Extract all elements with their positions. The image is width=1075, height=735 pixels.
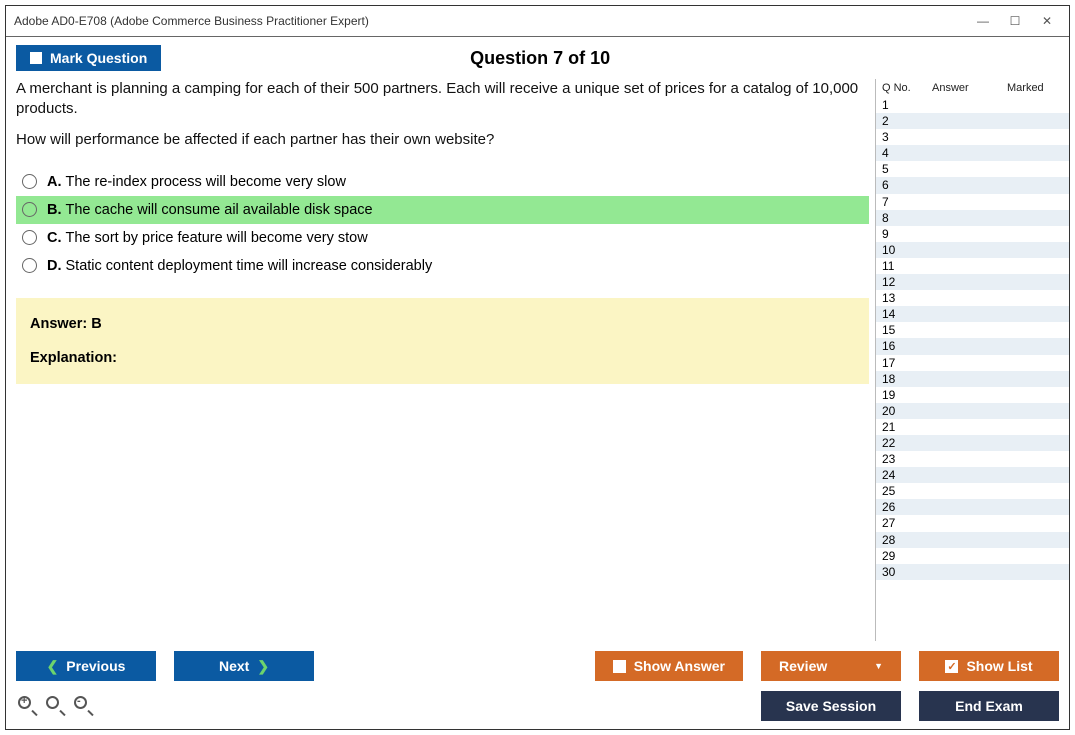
list-row[interactable]: 17 xyxy=(876,355,1069,371)
option-c[interactable]: C.The sort by price feature will become … xyxy=(16,224,869,252)
list-row[interactable]: 15 xyxy=(876,322,1069,338)
list-row[interactable]: 6 xyxy=(876,177,1069,193)
zoom-out-icon[interactable]: - xyxy=(74,696,94,716)
list-row[interactable]: 16 xyxy=(876,338,1069,354)
list-row[interactable]: 18 xyxy=(876,371,1069,387)
option-b[interactable]: B.The cache will consume ail available d… xyxy=(16,196,869,224)
option-text: Static content deployment time will incr… xyxy=(66,258,433,274)
window-title: Adobe AD0-E708 (Adobe Commerce Business … xyxy=(14,14,969,28)
list-row[interactable]: 12 xyxy=(876,274,1069,290)
option-letter: B. xyxy=(47,202,62,218)
button-row-2: + - Save Session End Exam xyxy=(16,691,1059,721)
col-qno: Q No. xyxy=(882,82,922,94)
answer-box: Answer: B Explanation: xyxy=(16,298,869,384)
list-row[interactable]: 26 xyxy=(876,499,1069,515)
list-row[interactable]: 19 xyxy=(876,387,1069,403)
maximize-button[interactable]: ☐ xyxy=(1001,10,1029,32)
chevron-down-icon: ▼ xyxy=(874,661,883,671)
previous-button[interactable]: ❮ Previous xyxy=(16,651,156,681)
question-text-1: A merchant is planning a camping for eac… xyxy=(16,79,869,120)
option-letter: C. xyxy=(47,230,62,246)
col-marked: Marked xyxy=(1007,82,1063,94)
option-d[interactable]: D.Static content deployment time will in… xyxy=(16,252,869,280)
radio-icon xyxy=(22,174,37,189)
list-row[interactable]: 29 xyxy=(876,548,1069,564)
checkbox-icon: ✓ xyxy=(945,660,958,673)
list-body[interactable]: 1234567891011121314151617181920212223242… xyxy=(876,97,1069,641)
mark-question-button[interactable]: Mark Question xyxy=(16,45,161,71)
list-row[interactable]: 3 xyxy=(876,129,1069,145)
zoom-controls: + - xyxy=(16,696,94,716)
radio-icon xyxy=(22,202,37,217)
save-session-button[interactable]: Save Session xyxy=(761,691,901,721)
chevron-right-icon: ❯ xyxy=(257,658,269,675)
app-window: Adobe AD0-E708 (Adobe Commerce Business … xyxy=(5,5,1070,730)
list-header: Q No. Answer Marked xyxy=(876,79,1069,97)
list-row[interactable]: 28 xyxy=(876,532,1069,548)
list-row[interactable]: 27 xyxy=(876,515,1069,531)
zoom-reset-icon[interactable] xyxy=(46,696,66,716)
window-controls: — ☐ ✕ xyxy=(969,10,1061,32)
bottom-bar: ❮ Previous Next ❯ Show Answer Review ▼ ✓… xyxy=(6,641,1069,729)
options-list: A.The re-index process will become very … xyxy=(16,168,869,280)
show-answer-button[interactable]: Show Answer xyxy=(595,651,743,681)
list-row[interactable]: 10 xyxy=(876,242,1069,258)
question-panel: A merchant is planning a camping for eac… xyxy=(16,79,875,641)
list-row[interactable]: 20 xyxy=(876,403,1069,419)
show-list-button[interactable]: ✓ Show List xyxy=(919,651,1059,681)
col-answer: Answer xyxy=(922,82,1007,94)
list-row[interactable]: 8 xyxy=(876,210,1069,226)
list-row[interactable]: 21 xyxy=(876,419,1069,435)
explanation-label: Explanation: xyxy=(30,350,855,366)
list-row[interactable]: 14 xyxy=(876,306,1069,322)
question-counter: Question 7 of 10 xyxy=(161,48,919,69)
option-a[interactable]: A.The re-index process will become very … xyxy=(16,168,869,196)
list-row[interactable]: 30 xyxy=(876,564,1069,580)
chevron-left-icon: ❮ xyxy=(47,658,59,675)
list-row[interactable]: 22 xyxy=(876,435,1069,451)
close-button[interactable]: ✕ xyxy=(1033,10,1061,32)
mark-label: Mark Question xyxy=(50,50,147,66)
content: A merchant is planning a camping for eac… xyxy=(6,79,1069,641)
list-row[interactable]: 25 xyxy=(876,483,1069,499)
titlebar: Adobe AD0-E708 (Adobe Commerce Business … xyxy=(6,6,1069,37)
list-row[interactable]: 24 xyxy=(876,467,1069,483)
list-row[interactable]: 5 xyxy=(876,161,1069,177)
review-button[interactable]: Review ▼ xyxy=(761,651,901,681)
list-row[interactable]: 23 xyxy=(876,451,1069,467)
list-row[interactable]: 1 xyxy=(876,97,1069,113)
minimize-button[interactable]: — xyxy=(969,10,997,32)
answer-label: Answer: B xyxy=(30,316,855,332)
end-exam-button[interactable]: End Exam xyxy=(919,691,1059,721)
question-text-2: How will performance be affected if each… xyxy=(16,130,869,150)
list-row[interactable]: 2 xyxy=(876,113,1069,129)
radio-icon xyxy=(22,230,37,245)
checkbox-icon xyxy=(613,660,626,673)
list-row[interactable]: 11 xyxy=(876,258,1069,274)
next-button[interactable]: Next ❯ xyxy=(174,651,314,681)
option-letter: A. xyxy=(47,174,62,190)
list-row[interactable]: 4 xyxy=(876,145,1069,161)
list-row[interactable]: 7 xyxy=(876,194,1069,210)
button-row-1: ❮ Previous Next ❯ Show Answer Review ▼ ✓… xyxy=(16,651,1059,681)
zoom-in-icon[interactable]: + xyxy=(18,696,38,716)
option-letter: D. xyxy=(47,258,62,274)
radio-icon xyxy=(22,258,37,273)
option-text: The re-index process will become very sl… xyxy=(66,174,346,190)
question-list-panel: Q No. Answer Marked 12345678910111213141… xyxy=(875,79,1069,641)
option-text: The cache will consume ail available dis… xyxy=(66,202,373,218)
header: Mark Question Question 7 of 10 xyxy=(6,37,1069,79)
list-row[interactable]: 13 xyxy=(876,290,1069,306)
option-text: The sort by price feature will become ve… xyxy=(66,230,368,246)
checkbox-icon xyxy=(30,52,42,64)
list-row[interactable]: 9 xyxy=(876,226,1069,242)
